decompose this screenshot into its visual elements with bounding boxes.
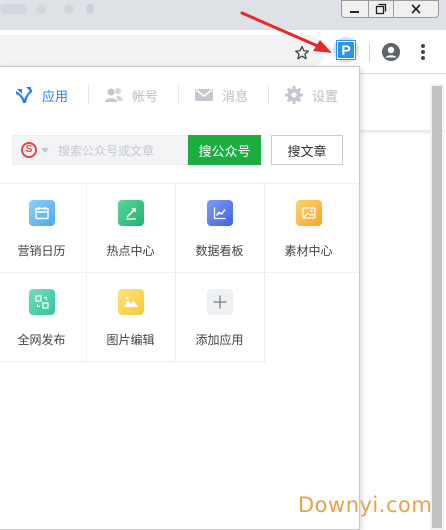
nav-divider <box>268 85 269 105</box>
toolbar-separator <box>369 44 370 62</box>
nav-divider <box>178 85 179 105</box>
app-tile-publish[interactable]: 全网发布 <box>0 272 86 361</box>
profile-button[interactable] <box>380 41 402 63</box>
minimize-button[interactable] <box>341 0 369 18</box>
search-placeholder: 搜索公众号或文章 <box>58 143 155 158</box>
popup-nav: 应用 帐号 消息 设置 <box>0 67 359 123</box>
profile-icon <box>382 43 400 61</box>
trending-icon <box>117 200 144 226</box>
apps-icon <box>16 87 32 103</box>
watermark-text: Downyi.com <box>298 493 433 517</box>
app-tile-dashboard[interactable]: 数据看板 <box>175 183 264 272</box>
chart-icon <box>206 200 233 226</box>
app-tile-label: 素材中心 <box>284 244 333 258</box>
app-tile-label: 全网发布 <box>17 333 66 347</box>
extension-p-icon: P <box>337 41 355 59</box>
plus-icon <box>206 289 233 315</box>
minimize-icon <box>350 11 359 13</box>
nav-apps[interactable]: 应用 <box>14 81 68 109</box>
chevron-down-icon[interactable] <box>41 147 49 153</box>
restore-button[interactable] <box>368 0 394 18</box>
nav-settings[interactable]: 设置 <box>284 81 338 109</box>
close-button[interactable] <box>393 0 439 18</box>
app-tile-label: 热点中心 <box>106 244 155 258</box>
bookmark-star-button[interactable] <box>291 42 313 64</box>
address-bar[interactable] <box>0 35 324 69</box>
publish-icon <box>28 289 55 315</box>
nav-messages[interactable]: 消息 <box>194 81 248 109</box>
close-icon <box>411 4 421 14</box>
tab-strip-blur <box>86 4 94 14</box>
nav-account-label: 帐号 <box>132 88 159 104</box>
app-tile-label: 营销日历 <box>17 244 66 258</box>
app-tile-image-editor[interactable]: 图片编辑 <box>86 272 175 361</box>
message-icon <box>195 89 213 101</box>
photo-edit-icon <box>117 289 144 315</box>
app-tile-label: 添加应用 <box>195 333 244 347</box>
nav-settings-label: 设置 <box>312 88 339 104</box>
grid-divider <box>0 361 266 362</box>
search-accounts-button[interactable]: 搜公众号 <box>188 135 261 165</box>
grid-divider <box>353 183 354 272</box>
title-bar <box>0 0 446 30</box>
settings-icon <box>285 86 303 104</box>
nav-apps-label: 应用 <box>42 88 69 104</box>
app-tile-calendar[interactable]: 营销日历 <box>0 183 86 272</box>
account-icon <box>105 88 123 102</box>
tab-strip-blur <box>36 4 46 14</box>
nav-account[interactable]: 帐号 <box>104 81 158 109</box>
search-input[interactable]: S 搜索公众号或文章 <box>12 135 188 165</box>
tab-strip-blur <box>0 4 28 14</box>
calendar-icon <box>28 200 55 226</box>
scrollbar-thumb[interactable] <box>432 86 442 528</box>
sogou-icon[interactable]: S <box>21 142 37 158</box>
app-tile-trending[interactable]: 热点中心 <box>86 183 175 272</box>
image-icon <box>295 200 322 226</box>
search-articles-button[interactable]: 搜文章 <box>271 135 343 165</box>
app-tile-add[interactable]: 添加应用 <box>175 272 264 361</box>
app-tile-label: 图片编辑 <box>106 333 155 347</box>
star-icon <box>294 45 310 60</box>
nav-messages-label: 消息 <box>222 88 249 104</box>
nav-divider <box>88 85 89 105</box>
restore-icon <box>375 3 387 15</box>
search-row: S 搜索公众号或文章 搜公众号 搜文章 <box>0 135 359 165</box>
more-icon <box>421 44 425 60</box>
app-tile-label: 数据看板 <box>195 244 244 258</box>
tab-strip-blur <box>64 4 74 14</box>
app-tile-materials[interactable]: 素材中心 <box>264 183 353 272</box>
extension-popup: 应用 帐号 消息 设置 S 搜索公众号或文章 搜公众号 搜文章 营销日历 热点中… <box>0 66 360 530</box>
more-menu-button[interactable] <box>413 41 433 63</box>
extension-button[interactable]: P <box>333 37 359 63</box>
